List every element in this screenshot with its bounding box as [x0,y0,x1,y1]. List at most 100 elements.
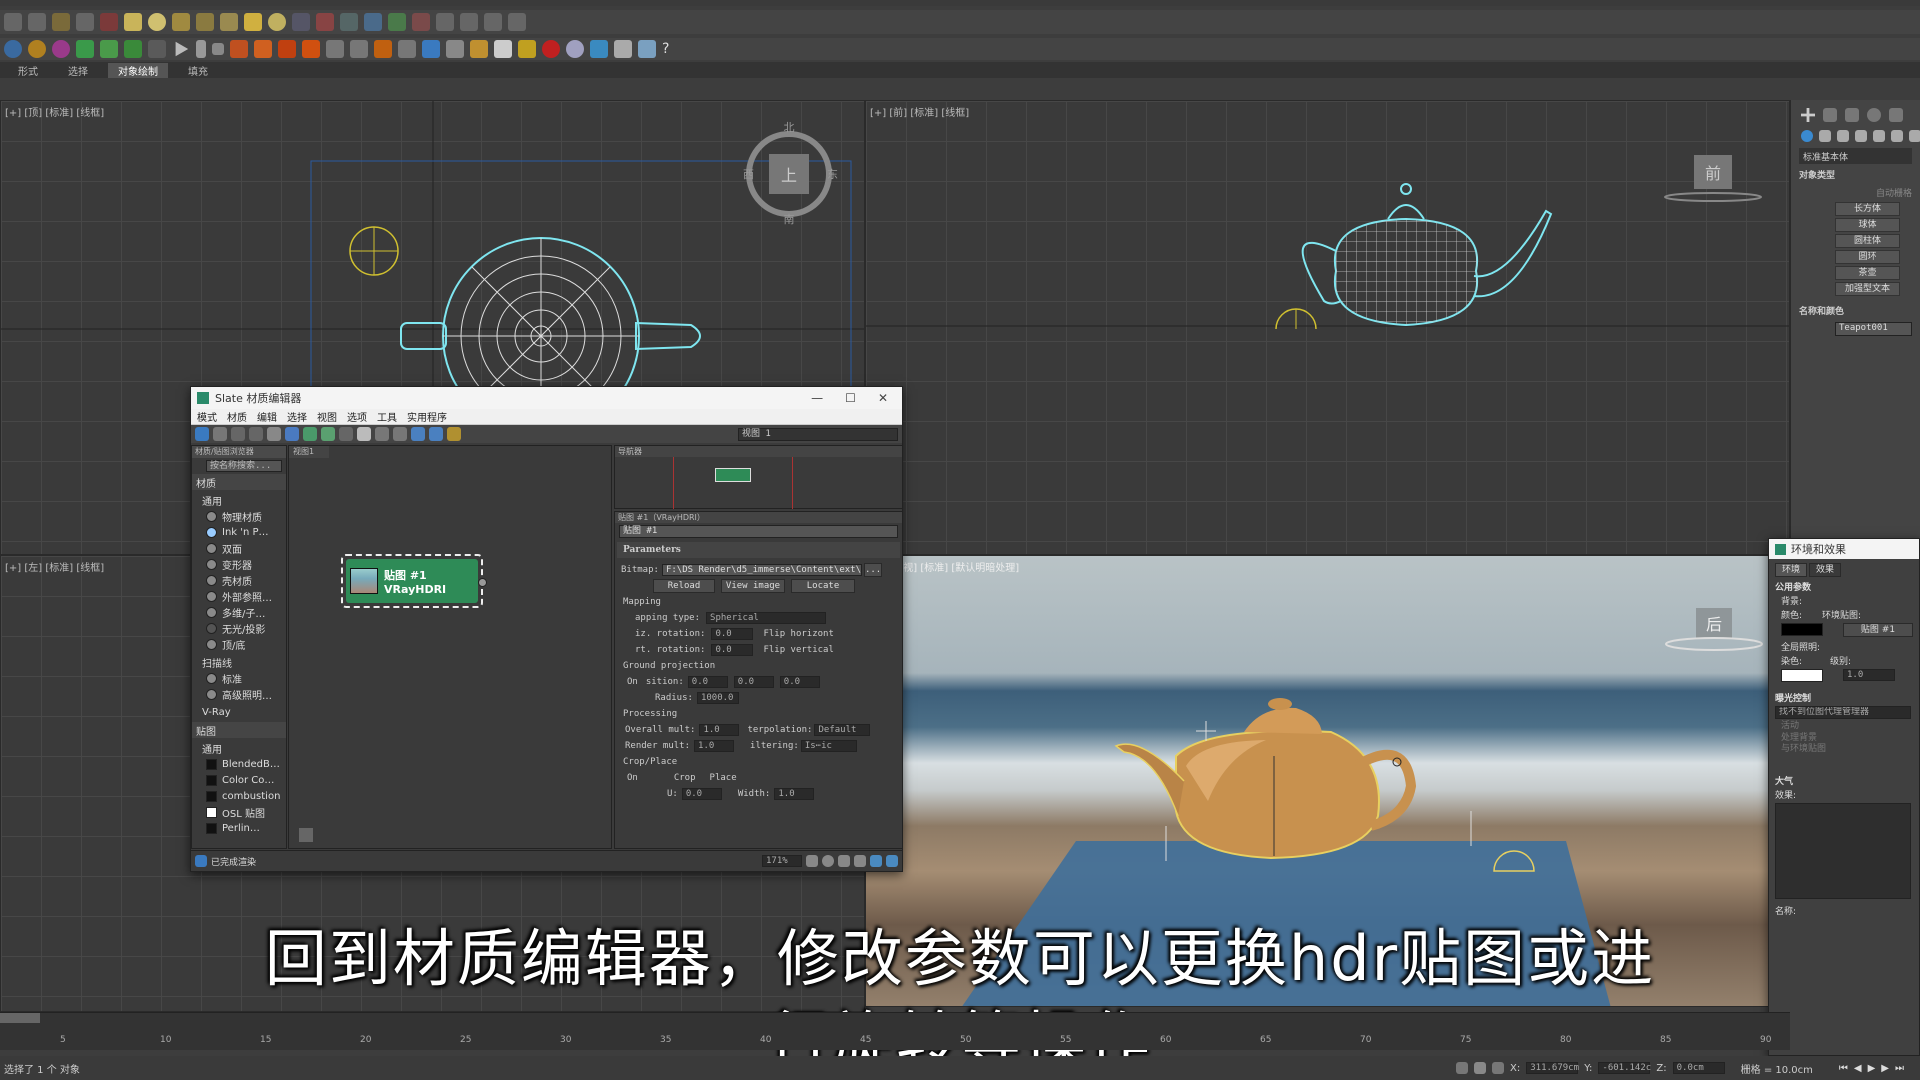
view-dropdown[interactable]: 视图 1 [738,427,898,441]
geosphere-icon[interactable] [268,13,286,31]
map-item[interactable]: Color Co… [192,772,286,788]
map-item[interactable]: combustion [192,788,286,804]
h-rotation-spinner[interactable]: 0.0 [711,628,754,640]
timeline[interactable]: 5 10 15 20 25 30 35 40 45 50 55 60 65 70 75 80 85 90 [0,1012,1790,1050]
menu-material[interactable]: 材质 [227,409,247,424]
helper-icon[interactable] [364,13,382,31]
absolute-icon[interactable] [1492,1062,1505,1074]
system-icon[interactable] [412,13,430,31]
move-icon[interactable] [76,40,94,58]
crop-on-checkbox[interactable]: On [627,773,638,783]
category-maps[interactable]: 贴图 [192,722,286,738]
go-start-icon[interactable]: ⏮ [1839,1063,1848,1074]
group-general[interactable]: 通用 [192,492,286,508]
hierarchy-icon[interactable] [460,13,478,31]
env-map-icon[interactable] [638,40,656,58]
auto-grid-checkbox[interactable]: 自动栅格 [1799,184,1912,200]
pan-icon[interactable] [806,855,818,867]
atmosphere-rollout[interactable]: 大气 [1775,775,1913,789]
fire-3-icon[interactable] [278,40,296,58]
create-icon[interactable] [1801,108,1815,122]
material-item[interactable]: 标准 [192,670,286,686]
level-spinner[interactable]: 1.0 [1843,669,1895,681]
material-item[interactable]: 顶/底 [192,636,286,652]
param-toggle-icon[interactable] [447,427,461,441]
teapot-shaded[interactable] [1114,698,1417,860]
spline-icon[interactable] [292,13,310,31]
background-icon[interactable] [321,427,335,441]
teapot-icon[interactable] [590,40,608,58]
mesh-icon[interactable] [422,40,440,58]
browser-search-input[interactable]: 按名称搜索... [206,460,282,472]
cameras-icon[interactable] [1855,130,1867,142]
display-tab-icon[interactable] [1889,108,1903,122]
position-y-spinner[interactable]: 0.0 [733,676,774,688]
map-item[interactable]: BlendedB… [192,756,286,772]
box-icon[interactable] [124,13,142,31]
menu-view[interactable]: 视图 [317,409,337,424]
flip-vertical-checkbox[interactable]: Flip vertical [763,645,833,655]
viewcube-persp-face[interactable]: 后 [1706,615,1722,634]
scale-icon[interactable] [124,40,142,58]
close-icon[interactable]: ✕ [878,391,888,405]
overall-mult-spinner[interactable]: 1.0 [699,724,740,736]
text-plus-button[interactable]: 加强型文本 [1835,282,1900,296]
zoom-field[interactable]: 171% [762,855,802,867]
map-item[interactable]: Perlin… [192,820,286,836]
play-icon[interactable] [175,41,189,57]
material-icon[interactable] [614,40,632,58]
material-item[interactable]: 无光/投影 [192,620,286,636]
material-item[interactable]: 外部参照… [192,588,286,604]
zoom-region-icon[interactable] [838,855,850,867]
x-field[interactable]: 311.679cm [1526,1062,1579,1074]
vray-sun-icon[interactable] [28,40,46,58]
cone-icon[interactable] [220,13,238,31]
effects-list[interactable] [1775,803,1911,899]
menu-edit[interactable]: 编辑 [257,409,277,424]
redo-icon[interactable] [28,13,46,31]
material-item[interactable]: Ink 'n P… [192,524,286,540]
active-checkbox[interactable]: 活动 [1775,719,1913,733]
torus-button[interactable]: 圆环 [1835,250,1900,264]
render-frame-icon[interactable] [494,40,512,58]
pause-icon[interactable] [196,40,206,58]
crop-radio[interactable]: Crop [674,773,696,783]
tab-environment[interactable]: 环境 [1775,563,1807,577]
rotate-icon[interactable] [100,40,118,58]
place-radio[interactable]: Place [710,773,737,783]
space-warp-icon[interactable] [388,13,406,31]
interpolation-dropdown[interactable]: Default [814,724,871,736]
sample-icon[interactable] [339,427,353,441]
play-anim-icon[interactable]: ▶ [1868,1063,1876,1074]
help-icon[interactable]: ? [662,41,669,57]
backlight-icon[interactable] [357,427,371,441]
isolate-icon[interactable] [1456,1062,1469,1074]
editor-toggle-icon[interactable] [429,427,443,441]
cache-icon[interactable] [350,40,368,58]
assign-icon[interactable] [249,427,263,441]
material-item[interactable]: 高级照明… [192,686,286,702]
cylinder-button[interactable]: 圆柱体 [1835,234,1900,248]
ribbon-tab-select[interactable]: 选择 [58,63,98,78]
menu-mode[interactable]: 模式 [197,409,217,424]
delete-icon[interactable] [267,427,281,441]
lock-icon[interactable] [1474,1062,1487,1074]
locate-button[interactable]: Locate [791,579,855,593]
tint-swatch[interactable] [1781,669,1823,682]
undo-icon[interactable] [4,13,22,31]
box-button[interactable]: 长方体 [1835,202,1900,216]
hierarchy-tab-icon[interactable] [1845,108,1859,122]
render-mult-spinner[interactable]: 1.0 [694,740,735,752]
bind-icon[interactable] [100,13,118,31]
ground-on-checkbox[interactable]: On [627,677,638,687]
material-item[interactable]: 壳材质 [192,572,286,588]
sphere-icon[interactable] [148,13,166,31]
show-map-icon[interactable] [303,427,317,441]
teapot-front-wireframe[interactable] [1301,183,1553,327]
parameters-rollout[interactable]: Parameters [617,542,900,558]
viewport-left-label[interactable]: [+] [左] [标准] [线框] [5,559,104,574]
menu-options[interactable]: 选项 [347,409,367,424]
group-maps-general[interactable]: 通用 [192,740,286,756]
pick-tool-icon[interactable] [213,427,227,441]
select-tool-icon[interactable] [195,427,209,441]
